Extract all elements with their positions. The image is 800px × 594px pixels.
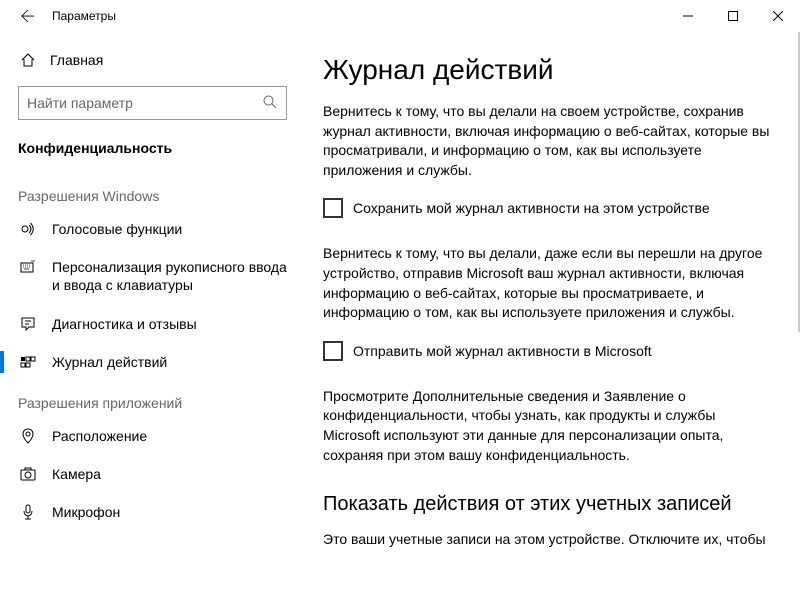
sidebar-item-activity-history[interactable]: Журнал действий (0, 343, 305, 381)
nav-label: Журнал действий (52, 353, 287, 371)
main-content: Журнал действий Вернитесь к тому, что вы… (305, 32, 800, 594)
search-icon (262, 94, 278, 113)
activity-icon (18, 353, 38, 370)
keyboard-icon (18, 258, 38, 275)
section-heading-accounts: Показать действия от этих учетных записе… (323, 493, 770, 516)
maximize-icon (728, 11, 738, 21)
microphone-icon (18, 503, 38, 520)
arrow-left-icon (21, 9, 35, 23)
current-section-label: Конфиденциальность (0, 132, 305, 174)
home-label: Главная (50, 52, 103, 68)
checkbox-send-microsoft[interactable]: Отправить мой журнал активности в Micros… (323, 341, 770, 361)
group-header-windows: Разрешения Windows (0, 174, 305, 210)
close-icon (773, 11, 783, 21)
sidebar-item-location[interactable]: Расположение (0, 417, 305, 455)
feedback-icon (18, 315, 38, 332)
nav-label: Персонализация рукописного ввода и ввода… (52, 258, 287, 294)
sidebar-item-microphone[interactable]: Микрофон (0, 493, 305, 531)
location-icon (18, 427, 38, 444)
checkbox-icon (323, 198, 343, 218)
description-2: Вернитесь к тому, что вы делали, даже ес… (323, 244, 770, 322)
description-3: Просмотрите Дополнительные сведения и За… (323, 387, 770, 465)
sidebar-item-voice[interactable]: Голосовые функции (0, 210, 305, 248)
minimize-button[interactable] (665, 0, 710, 32)
description-1: Вернитесь к тому, что вы делали на своем… (323, 102, 770, 180)
minimize-icon (683, 11, 693, 21)
home-icon (18, 52, 38, 68)
nav-label: Расположение (52, 427, 287, 445)
window-title: Параметры (52, 9, 116, 23)
sidebar-item-diagnostics[interactable]: Диагностика и отзывы (0, 305, 305, 343)
page-title: Журнал действий (323, 54, 770, 86)
checkbox-label: Сохранить мой журнал активности на этом … (353, 200, 710, 216)
nav-label: Голосовые функции (52, 220, 287, 238)
close-button[interactable] (755, 0, 800, 32)
group-header-apps: Разрешения приложений (0, 381, 305, 417)
checkbox-label: Отправить мой журнал активности в Micros… (353, 343, 652, 359)
description-4: Это ваши учетные записи на этом устройст… (323, 530, 770, 550)
titlebar: Параметры (0, 0, 800, 32)
window-controls (665, 0, 800, 32)
sidebar: Главная Конфиденциальность Разрешения Wi… (0, 32, 305, 594)
checkbox-icon (323, 341, 343, 361)
search-box[interactable] (18, 86, 287, 120)
sidebar-item-inking[interactable]: Персонализация рукописного ввода и ввода… (0, 248, 305, 304)
sidebar-item-camera[interactable]: Камера (0, 455, 305, 493)
nav-label: Диагностика и отзывы (52, 315, 287, 333)
checkbox-store-locally[interactable]: Сохранить мой журнал активности на этом … (323, 198, 770, 218)
speech-icon (18, 220, 38, 237)
nav-label: Камера (52, 465, 287, 483)
search-input[interactable] (27, 95, 262, 111)
maximize-button[interactable] (710, 0, 755, 32)
home-button[interactable]: Главная (0, 44, 305, 76)
camera-icon (18, 465, 38, 482)
nav-label: Микрофон (52, 503, 287, 521)
back-button[interactable] (8, 0, 48, 32)
